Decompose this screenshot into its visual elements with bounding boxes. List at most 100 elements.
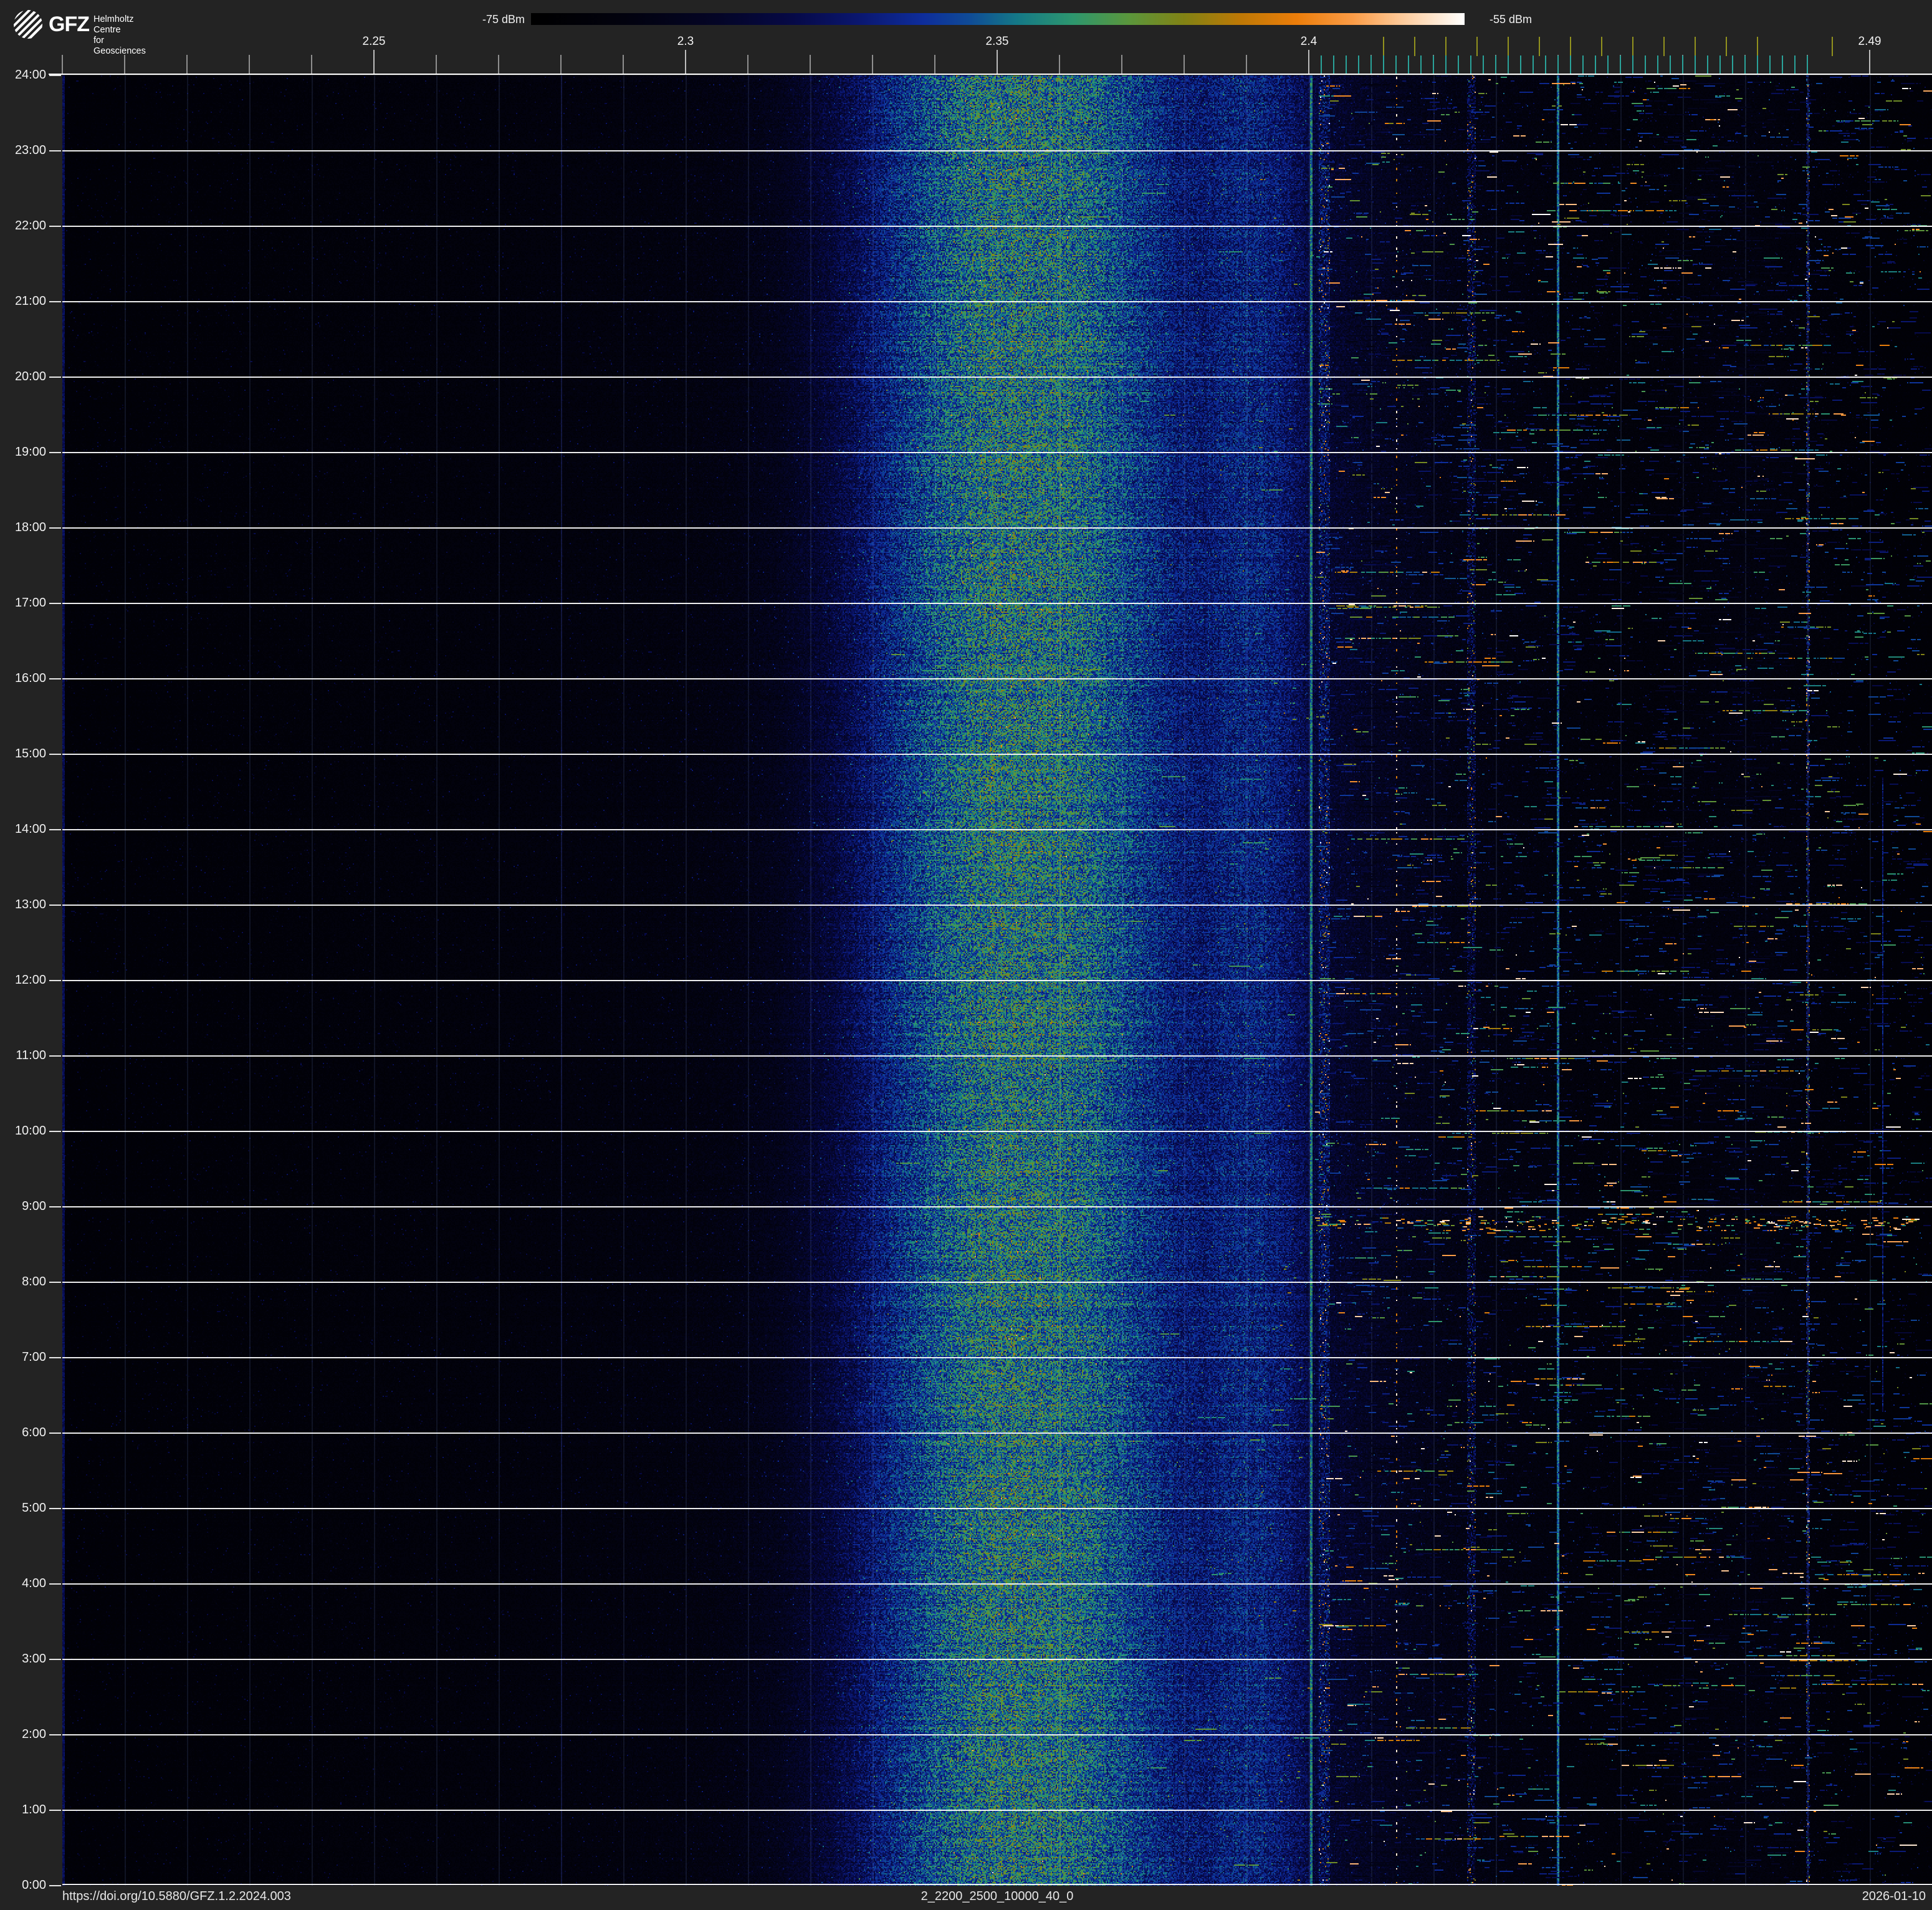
time-tick bbox=[49, 678, 61, 679]
freq-tick-label: 2.4 bbox=[1300, 35, 1317, 48]
time-label: 24:00 bbox=[14, 68, 46, 82]
colorbar-max-label: -55 dBm bbox=[1490, 13, 1533, 26]
ble-channel-tick bbox=[1794, 55, 1796, 74]
wifi-channel-tick bbox=[1414, 37, 1415, 56]
time-label: 17:00 bbox=[14, 596, 46, 610]
footer-dataset-id: 2_2200_2500_10000_40_0 bbox=[921, 1889, 1074, 1903]
freq-tick-label: 2.3 bbox=[677, 35, 694, 48]
ble-channel-tick bbox=[1595, 55, 1596, 74]
freq-tick bbox=[872, 55, 873, 74]
ble-channel-tick bbox=[1620, 55, 1621, 74]
spectrogram-page: GFZ Helmholtz Centre for Geosciences -75… bbox=[0, 0, 1932, 1910]
time-tick bbox=[49, 603, 61, 604]
ble-channel-tick bbox=[1707, 55, 1708, 74]
time-label: 5:00 bbox=[22, 1501, 46, 1515]
ble-channel-tick bbox=[1782, 55, 1783, 74]
ble-channel-tick bbox=[1333, 55, 1334, 74]
time-label: 9:00 bbox=[22, 1199, 46, 1213]
time-tick bbox=[49, 1508, 61, 1509]
ble-channel-tick bbox=[1420, 55, 1422, 74]
time-label: 23:00 bbox=[14, 143, 46, 157]
ble-channel-tick bbox=[1582, 55, 1584, 74]
time-label: 2:00 bbox=[22, 1727, 46, 1741]
ble-channel-tick bbox=[1383, 55, 1384, 74]
ble-channel-tick bbox=[1695, 55, 1696, 74]
ble-channel-tick bbox=[1495, 55, 1496, 74]
ble-channel-tick bbox=[1433, 55, 1434, 74]
gfz-brand: GFZ bbox=[49, 12, 90, 36]
time-tick bbox=[49, 150, 61, 151]
time-label: 15:00 bbox=[14, 747, 46, 761]
time-label: 12:00 bbox=[14, 973, 46, 987]
freq-tick-label: 2.35 bbox=[985, 35, 1009, 48]
wifi-channel-tick bbox=[1757, 37, 1758, 56]
time-label: 13:00 bbox=[14, 898, 46, 911]
wifi-channel-tick bbox=[1383, 37, 1384, 56]
time-tick bbox=[49, 1282, 61, 1283]
ble-channel-tick bbox=[1757, 55, 1758, 74]
time-label: 19:00 bbox=[14, 445, 46, 459]
wifi-channel-tick bbox=[1476, 37, 1478, 56]
ble-channel-tick bbox=[1545, 55, 1546, 74]
freq-tick bbox=[1121, 55, 1122, 74]
colorbar-min-label: -75 dBm bbox=[482, 13, 525, 26]
freq-tick bbox=[623, 55, 624, 74]
ble-channel-tick bbox=[1321, 55, 1322, 74]
time-label: 14:00 bbox=[14, 822, 46, 836]
ble-channel-tick bbox=[1508, 55, 1509, 74]
gfz-subtitle-line2: for Geosciences bbox=[93, 36, 146, 56]
time-label: 3:00 bbox=[22, 1652, 46, 1666]
freq-tick bbox=[311, 55, 312, 74]
ble-channel-tick bbox=[1645, 55, 1646, 74]
freq-tick bbox=[1308, 50, 1309, 74]
ble-channel-tick bbox=[1632, 55, 1633, 74]
freq-tick bbox=[685, 50, 686, 74]
wifi-channel-tick bbox=[1508, 37, 1509, 56]
wifi-channel-tick bbox=[1601, 37, 1602, 56]
time-label: 7:00 bbox=[22, 1350, 46, 1364]
freq-tick bbox=[124, 55, 125, 74]
ble-channel-tick bbox=[1346, 55, 1347, 74]
time-tick bbox=[49, 1206, 61, 1207]
freq-tick bbox=[249, 55, 250, 74]
time-tick bbox=[49, 1885, 61, 1886]
freq-tick bbox=[373, 50, 375, 74]
ble-channel-tick bbox=[1570, 55, 1571, 74]
ble-channel-tick bbox=[1719, 55, 1721, 74]
time-label: 4:00 bbox=[22, 1576, 46, 1590]
ble-channel-tick bbox=[1358, 55, 1359, 74]
ble-channel-tick bbox=[1395, 55, 1397, 74]
wifi-channel-tick bbox=[1663, 37, 1665, 56]
freq-tick bbox=[62, 55, 63, 74]
time-tick bbox=[49, 905, 61, 906]
ble-channel-tick bbox=[1445, 55, 1447, 74]
freq-tick bbox=[1869, 50, 1870, 74]
time-tick bbox=[49, 301, 61, 302]
ble-channel-tick bbox=[1533, 55, 1534, 74]
ble-channel-tick bbox=[1470, 55, 1471, 74]
freq-tick bbox=[747, 55, 748, 74]
time-tick bbox=[49, 527, 61, 529]
ble-channel-tick bbox=[1670, 55, 1671, 74]
freq-tick bbox=[498, 55, 499, 74]
ble-channel-tick bbox=[1744, 55, 1746, 74]
time-tick bbox=[49, 1432, 61, 1434]
time-tick bbox=[49, 226, 61, 227]
time-tick bbox=[49, 1583, 61, 1585]
freq-tick-label: 2.49 bbox=[1858, 35, 1882, 48]
footer-doi: https://doi.org/10.5880/GFZ.1.2.2024.003 bbox=[62, 1889, 291, 1903]
time-tick bbox=[49, 75, 61, 76]
gfz-subtitle: Helmholtz Centre for Geosciences bbox=[93, 14, 146, 57]
time-label: 20:00 bbox=[14, 370, 46, 383]
time-tick bbox=[49, 980, 61, 981]
frequency-axis-line bbox=[49, 74, 1932, 75]
freq-tick bbox=[810, 55, 811, 74]
ble-channel-tick bbox=[1657, 55, 1658, 74]
footer-date: 2026-01-10 bbox=[1862, 1889, 1926, 1903]
ble-channel-tick bbox=[1483, 55, 1484, 74]
wifi-channel-tick bbox=[1632, 37, 1633, 56]
time-tick bbox=[49, 1810, 61, 1811]
time-label: 8:00 bbox=[22, 1275, 46, 1289]
freq-tick bbox=[186, 55, 188, 74]
time-label: 10:00 bbox=[14, 1124, 46, 1138]
